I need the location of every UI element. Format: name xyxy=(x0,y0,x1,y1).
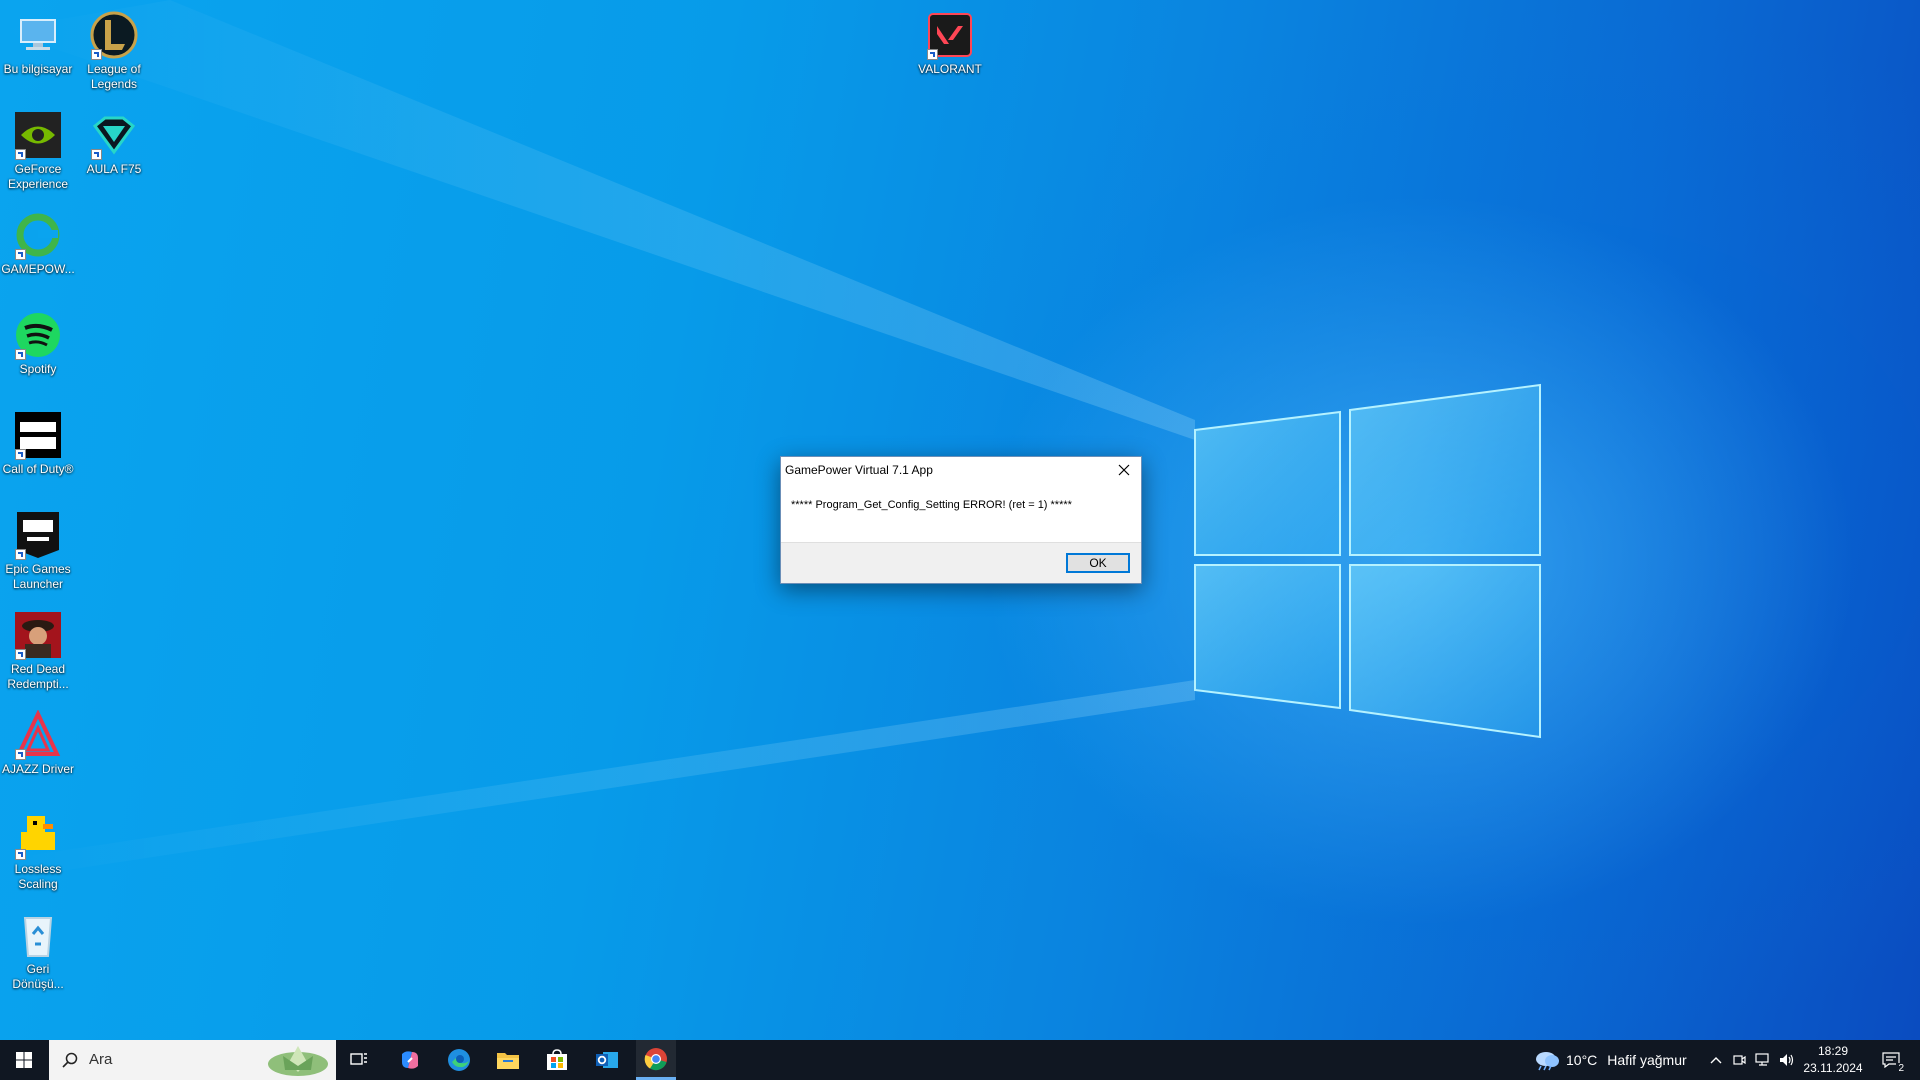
dialog-message: ***** Program_Get_Config_Setting ERROR! … xyxy=(791,499,1072,511)
search-placeholder: Ara xyxy=(89,1051,113,1068)
desktop-icon-label: Spotify xyxy=(19,362,57,376)
task-view-button[interactable] xyxy=(344,1040,374,1080)
outlook-icon xyxy=(596,1052,618,1068)
desktop-icon-call-of-duty[interactable]: Call of Duty® xyxy=(0,404,76,477)
ok-button[interactable]: OK xyxy=(1066,553,1130,573)
desktop-icon-label: Bu bilgisayar xyxy=(3,62,73,76)
desktop-icon-label: Lossless Scaling xyxy=(14,862,62,891)
copilot-icon xyxy=(402,1051,418,1069)
dialog-footer: OK xyxy=(781,542,1141,583)
clock[interactable]: 18:29 23.11.2024 xyxy=(1798,1043,1868,1077)
action-center-button[interactable]: 2 xyxy=(1876,1040,1906,1080)
desktop-icon-epic-games[interactable]: Epic Games Launcher xyxy=(0,504,76,592)
desktop-icon-label: GAMEPOW... xyxy=(1,262,75,276)
desktop-icon-label: Red Dead Redempti... xyxy=(7,662,69,691)
error-dialog: GamePower Virtual 7.1 App ***** Program_… xyxy=(780,456,1142,584)
camera-icon xyxy=(1733,1055,1746,1065)
chevron-up-icon xyxy=(1710,1057,1722,1064)
desktop-icon-aula-f75[interactable]: AULA F75 xyxy=(76,104,152,177)
desktop-icon-recycle-bin[interactable]: Geri Dönüşü... xyxy=(0,904,76,992)
store-icon xyxy=(547,1049,567,1070)
desktop-icon-label: AJAZZ Driver xyxy=(2,762,74,776)
weather-widget[interactable]: 10°C Hafif yağmur xyxy=(1532,1040,1692,1080)
desktop-icon-label: AULA F75 xyxy=(86,162,142,176)
taskbar-app-file-explorer[interactable] xyxy=(493,1040,523,1080)
clock-time: 18:29 xyxy=(1817,1044,1849,1058)
dialog-title: GamePower Virtual 7.1 App xyxy=(785,463,933,477)
network-button[interactable] xyxy=(1753,1040,1773,1080)
search-box[interactable]: Ara xyxy=(49,1040,336,1080)
notification-badge: 2 xyxy=(1896,1063,1906,1074)
weather-description: Hafif yağmur xyxy=(1607,1052,1687,1068)
meet-now-button[interactable] xyxy=(1729,1040,1749,1080)
desktop-icon-label: Call of Duty® xyxy=(2,462,74,476)
this-pc-icon xyxy=(20,19,56,50)
desktop-icon-label: Geri Dönüşü... xyxy=(12,962,64,991)
weather-temp: 10°C xyxy=(1566,1052,1598,1068)
chrome-icon xyxy=(644,1047,667,1070)
desktop-icon-gamepower[interactable]: GAMEPOW... xyxy=(0,204,76,277)
desktop-icon-lossless-scaling[interactable]: Lossless Scaling xyxy=(0,804,76,892)
desktop-icon-spotify[interactable]: Spotify xyxy=(0,304,76,377)
start-button[interactable] xyxy=(0,1040,48,1080)
desktop-icon-red-dead-redemption[interactable]: Red Dead Redempti... xyxy=(0,604,76,692)
search-icon xyxy=(62,1052,78,1068)
rain-cloud-icon xyxy=(1536,1052,1559,1071)
close-icon xyxy=(1118,464,1130,476)
desktop-icon-label: VALORANT xyxy=(918,62,982,76)
desktop[interactable]: Bu bilgisayar League of Legends VALORANT… xyxy=(0,0,1920,1040)
taskbar-app-copilot[interactable] xyxy=(395,1040,425,1080)
recycle-bin-icon xyxy=(23,917,53,957)
desktop-icon-label: League of Legends xyxy=(87,62,141,91)
desktop-icon-this-pc[interactable]: Bu bilgisayar xyxy=(0,4,76,77)
desktop-icon-label: Epic Games Launcher xyxy=(5,562,71,591)
desktop-icon-label: GeForce Experience xyxy=(7,162,69,191)
volume-button[interactable] xyxy=(1777,1040,1797,1080)
search-highlight-icon xyxy=(268,1046,328,1076)
taskbar-app-store[interactable] xyxy=(542,1040,572,1080)
taskbar-app-outlook[interactable] xyxy=(592,1040,622,1080)
windows-start-icon xyxy=(16,1052,32,1068)
taskbar-app-edge[interactable] xyxy=(444,1040,474,1080)
speaker-icon xyxy=(1780,1054,1794,1066)
taskbar-app-chrome[interactable] xyxy=(636,1040,676,1080)
network-icon xyxy=(1755,1053,1769,1066)
taskbar: Ara 10°C Hafif yağmur 18:29 23.11.2024 2 xyxy=(0,1040,1920,1080)
desktop-icon-league-of-legends[interactable]: League of Legends xyxy=(76,4,152,92)
desktop-icon-ajazz-driver[interactable]: AJAZZ Driver xyxy=(0,704,76,777)
dialog-close-button[interactable] xyxy=(1107,457,1141,483)
show-hidden-icons-button[interactable] xyxy=(1706,1040,1726,1080)
task-view-icon xyxy=(350,1053,367,1065)
edge-icon xyxy=(448,1049,470,1071)
clock-date: 23.11.2024 xyxy=(1803,1061,1863,1075)
desktop-icon-geforce-experience[interactable]: GeForce Experience xyxy=(0,104,76,192)
file-explorer-icon xyxy=(497,1053,519,1069)
dialog-titlebar[interactable]: GamePower Virtual 7.1 App xyxy=(781,457,1141,483)
desktop-icon-valorant[interactable]: VALORANT xyxy=(912,4,988,77)
